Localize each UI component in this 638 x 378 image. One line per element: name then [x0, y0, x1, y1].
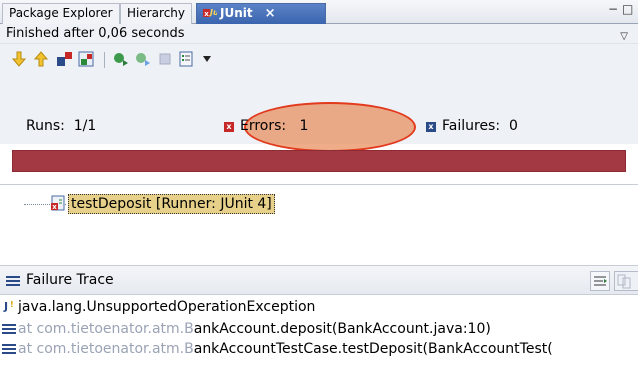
failure-trace-header: Failure Trace: [0, 265, 638, 295]
trace-package: com.tietoenator.atm.B: [36, 341, 194, 357]
trace-prefix: at: [18, 341, 37, 357]
failure-icon: x: [426, 122, 436, 132]
error-icon: x: [224, 122, 234, 132]
tab-hierarchy[interactable]: Hierarchy: [120, 3, 193, 24]
trace-line-text: at com.tietoenator.atm.BankAccount.depos…: [18, 320, 491, 338]
tab-junit-label: JUnit: [220, 6, 253, 20]
filter-stack-trace-button[interactable]: [590, 271, 610, 291]
trace-prefix: at: [18, 321, 37, 337]
junit-icon: x Ju: [203, 8, 217, 18]
failure-trace-title: Failure Trace: [26, 272, 114, 288]
junit-toolbar: [0, 44, 638, 74]
test-progress-bar: [12, 150, 626, 172]
scroll-lock-icon[interactable]: [78, 50, 96, 68]
tree-item-label: testDeposit [Runner: JUnit 4]: [68, 194, 275, 214]
runs-value: 1/1: [73, 118, 97, 134]
runs-counter: Runs: 1/1: [26, 118, 96, 134]
svg-text:J: J: [3, 300, 8, 313]
tab-package-explorer-label: Package Explorer: [9, 6, 113, 20]
failure-trace-icon: [6, 276, 20, 286]
svg-text:!: !: [10, 300, 14, 309]
tree-item-testdeposit[interactable]: x testDeposit [Runner: JUnit 4]: [50, 194, 275, 214]
maximize-icon[interactable]: □: [622, 2, 633, 20]
trace-package: com.tietoenator.atm.B: [36, 321, 194, 337]
close-icon[interactable]: ×: [265, 4, 276, 23]
filter-stack-icon: [594, 276, 607, 286]
failures-value: 0: [508, 118, 518, 134]
trace-line-frame[interactable]: at com.tietoenator.atm.BankAccount.depos…: [0, 320, 638, 340]
errors-counter: x Errors: 1: [224, 118, 308, 134]
view-tab-bar: Package Explorer Hierarchy x Ju JUnit × −…: [0, 0, 638, 24]
svg-text:x: x: [52, 203, 57, 211]
svg-text:Ju: Ju: [208, 8, 217, 17]
trace-method: ankAccountTestCase.testDeposit(BankAccou…: [193, 341, 553, 357]
runs-label: Runs:: [26, 118, 65, 134]
exception-icon: J !: [3, 300, 14, 313]
status-text: Finished after 0,06 seconds: [6, 26, 185, 41]
next-failure-icon[interactable]: [10, 50, 28, 68]
trace-line-exception[interactable]: J ! java.lang.UnsupportedOperationExcept…: [0, 298, 638, 318]
failures-label: Failures:: [442, 118, 501, 134]
trace-line-text: java.lang.UnsupportedOperationException: [18, 299, 316, 315]
trace-line-frame[interactable]: at com.tietoenator.atm.BankAccountTestCa…: [0, 340, 638, 360]
trace-line-text: at com.tietoenator.atm.BankAccountTestCa…: [18, 340, 553, 358]
stack-frame-icon: [2, 324, 16, 334]
rerun-test-icon[interactable]: [112, 50, 130, 68]
rerun-failed-first-icon[interactable]: [134, 50, 152, 68]
tab-package-explorer[interactable]: Package Explorer: [2, 3, 120, 24]
stack-frame-icon: [2, 344, 16, 354]
compare-icon: [617, 274, 631, 289]
failures-counter: x Failures: 0: [426, 118, 518, 134]
previous-failure-icon[interactable]: [32, 50, 50, 68]
status-bar: Finished after 0,06 seconds ▽: [0, 24, 638, 44]
stop-icon[interactable]: [156, 50, 174, 68]
trace-method: ankAccount.deposit(BankAccount.java:10): [193, 321, 491, 337]
dropdown-arrow-icon[interactable]: [198, 50, 216, 68]
minimize-icon[interactable]: −: [608, 2, 618, 20]
show-failures-only-icon[interactable]: [56, 50, 74, 68]
compare-results-button[interactable]: [614, 271, 638, 291]
svg-text:x: x: [204, 10, 209, 18]
tab-junit[interactable]: x Ju JUnit ×: [196, 3, 326, 24]
failure-trace-list: J ! java.lang.UnsupportedOperationExcept…: [0, 296, 638, 378]
test-error-icon: x: [51, 195, 65, 211]
toolbar-separator: [104, 52, 105, 68]
errors-value: 1: [299, 118, 309, 134]
errors-label: Errors:: [240, 118, 287, 134]
tab-hierarchy-label: Hierarchy: [127, 6, 186, 20]
test-run-history-icon[interactable]: [178, 50, 196, 68]
test-counters: Runs: 1/1 x Errors: 1 x Failures: 0: [0, 74, 638, 152]
